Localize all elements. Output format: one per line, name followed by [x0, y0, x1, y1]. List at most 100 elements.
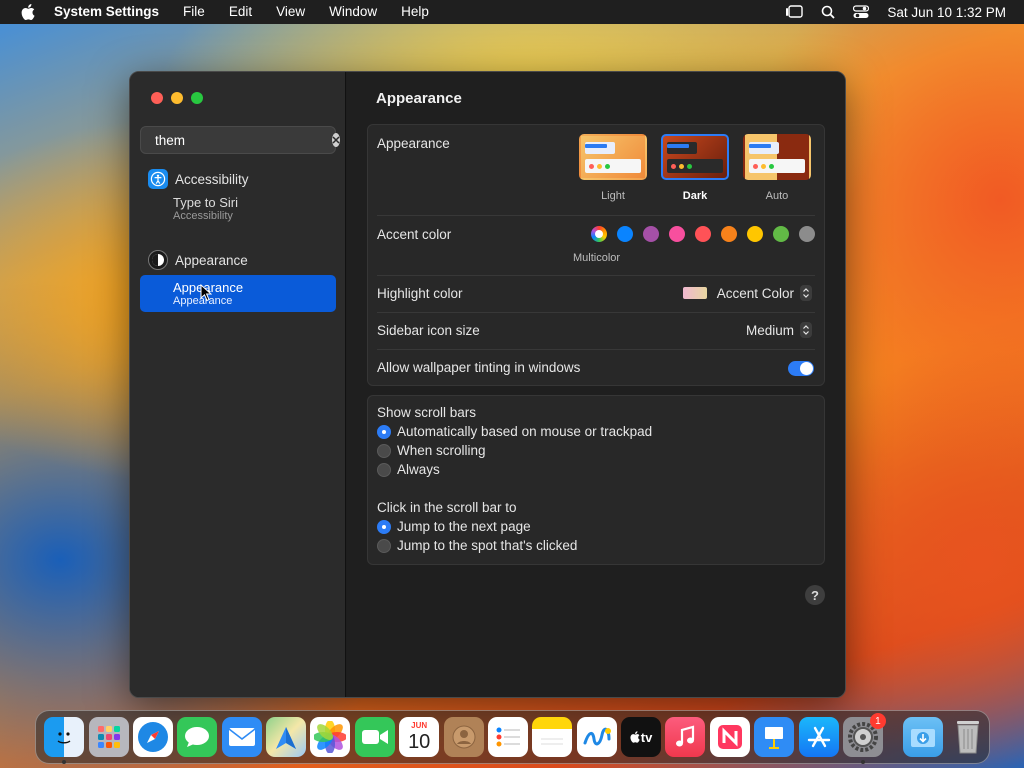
running-indicator [62, 760, 67, 764]
appearance-option-light[interactable]: Light [578, 134, 648, 202]
apple-tv-icon[interactable]: tv [621, 717, 662, 757]
accent-swatch-graphite[interactable] [799, 226, 815, 242]
search-input[interactable] [155, 132, 332, 148]
close-button[interactable] [151, 92, 163, 104]
radio-label: When scrolling [397, 443, 486, 458]
trash-icon[interactable] [948, 717, 988, 757]
show-scroll-bars-group: Show scroll bars Automatically based on … [377, 405, 652, 479]
dark-mode-preview [661, 134, 729, 180]
appearance-option-dark[interactable]: Dark [660, 134, 730, 202]
zoom-button[interactable] [191, 92, 203, 104]
scroll-option-automatic[interactable]: Automatically based on mouse or trackpad [377, 422, 652, 441]
accent-swatch-purple[interactable] [643, 226, 659, 242]
notification-badge: 1 [869, 713, 886, 729]
click-option-next-page[interactable]: Jump to the next page [377, 517, 577, 536]
search-result-type-to-siri[interactable]: Type to Siri Accessibility [140, 192, 336, 226]
radio-label: Jump to the spot that's clicked [397, 538, 578, 553]
messages-icon[interactable] [177, 717, 218, 757]
sidebar-icon-size-label: Sidebar icon size [377, 323, 480, 338]
minimize-button[interactable] [171, 92, 183, 104]
auto-mode-preview [743, 134, 811, 180]
click-option-spot-clicked[interactable]: Jump to the spot that's clicked [377, 536, 577, 555]
option-caption: Auto [765, 190, 789, 202]
option-caption: Dark [682, 190, 708, 202]
accent-swatch-orange[interactable] [721, 226, 737, 242]
maps-icon[interactable] [266, 717, 307, 757]
search-result-appearance[interactable]: Appearance Appearance [140, 275, 336, 312]
notes-icon[interactable] [532, 717, 573, 757]
freeform-icon[interactable] [576, 717, 617, 757]
photos-icon[interactable] [310, 717, 351, 757]
appearance-option-auto[interactable]: Auto [742, 134, 812, 202]
help-button[interactable]: ? [805, 585, 825, 605]
menu-window[interactable]: Window [317, 0, 389, 24]
radio-button[interactable] [377, 538, 391, 553]
page-title: Appearance [376, 90, 462, 107]
clear-search-icon[interactable] [332, 133, 340, 147]
sidebar-item-appearance[interactable]: Appearance [140, 247, 336, 273]
menu-help[interactable]: Help [389, 0, 441, 24]
menu-view[interactable]: View [264, 0, 317, 24]
launchpad-icon[interactable] [88, 717, 129, 757]
accent-swatch-green[interactable] [773, 226, 789, 242]
radio-button[interactable] [377, 443, 391, 458]
mail-icon[interactable] [221, 717, 262, 757]
radio-label: Automatically based on mouse or trackpad [397, 424, 653, 439]
news-icon[interactable] [709, 717, 750, 757]
scroll-option-when-scrolling[interactable]: When scrolling [377, 441, 652, 460]
accent-color-swatches [591, 226, 815, 242]
radio-button[interactable] [377, 424, 391, 439]
accent-swatch-yellow[interactable] [747, 226, 763, 242]
calendar-icon[interactable]: JUN 10 [399, 717, 440, 757]
wallpaper-tinting-label: Allow wallpaper tinting in windows [377, 360, 581, 375]
accent-swatch-pink[interactable] [669, 226, 685, 242]
stage-manager-icon[interactable] [785, 5, 804, 19]
sidebar-group-accessibility: Accessibility Type to Siri Accessibility [140, 166, 336, 226]
chevron-up-down-icon [800, 285, 812, 301]
safari-icon[interactable] [132, 717, 173, 757]
wallpaper-tinting-toggle[interactable] [788, 361, 814, 376]
chevron-up-down-icon [800, 322, 812, 338]
accent-color-label: Accent color [377, 227, 452, 242]
radio-button[interactable] [377, 519, 391, 534]
reminders-icon[interactable] [487, 717, 528, 757]
highlight-color-value: Accent Color [716, 285, 794, 301]
accent-swatch-red[interactable] [695, 226, 711, 242]
multicolor-caption: Multicolor [573, 252, 621, 264]
result-title: Appearance [173, 279, 244, 295]
click-scroll-bar-group: Click in the scroll bar to Jump to the n… [377, 500, 577, 555]
sidebar-item-accessibility[interactable]: Accessibility [140, 166, 336, 192]
system-settings-icon[interactable]: 1 [842, 713, 886, 764]
highlight-color-label: Highlight color [377, 286, 463, 301]
spotlight-search-icon[interactable] [821, 5, 836, 19]
radio-button[interactable] [377, 462, 391, 477]
finder-icon[interactable] [44, 717, 85, 764]
menu-app-name[interactable]: System Settings [52, 0, 171, 24]
option-caption: Light [601, 190, 625, 202]
menu-edit[interactable]: Edit [217, 0, 264, 24]
search-field[interactable] [140, 126, 340, 154]
apple-menu-icon[interactable] [18, 0, 38, 24]
result-title: Type to Siri [173, 195, 239, 210]
contacts-icon[interactable] [443, 717, 484, 757]
result-subtitle: Appearance [173, 294, 233, 307]
menu-clock[interactable]: Sat Jun 10 1:32 PM [887, 5, 1006, 20]
radio-label: Always [397, 462, 440, 477]
accent-swatch-multicolor[interactable] [591, 226, 607, 242]
sidebar-item-label: Accessibility [175, 171, 249, 187]
menu-file[interactable]: File [171, 0, 217, 24]
window-controls [151, 92, 203, 104]
control-center-icon[interactable] [853, 5, 870, 19]
sidebar-item-label: Appearance [175, 252, 248, 268]
music-icon[interactable] [665, 717, 706, 757]
sidebar-icon-size-popup[interactable]: Medium [746, 322, 812, 338]
apple-tv-label: tv [640, 729, 653, 745]
app-store-icon[interactable] [798, 717, 839, 757]
keynote-icon[interactable] [754, 717, 795, 757]
accent-swatch-blue[interactable] [617, 226, 633, 242]
downloads-folder-icon[interactable] [903, 717, 944, 757]
facetime-icon[interactable] [354, 717, 395, 757]
running-indicator [860, 760, 865, 764]
highlight-color-popup[interactable]: Accent Color [682, 285, 812, 301]
scroll-option-always[interactable]: Always [377, 460, 652, 479]
